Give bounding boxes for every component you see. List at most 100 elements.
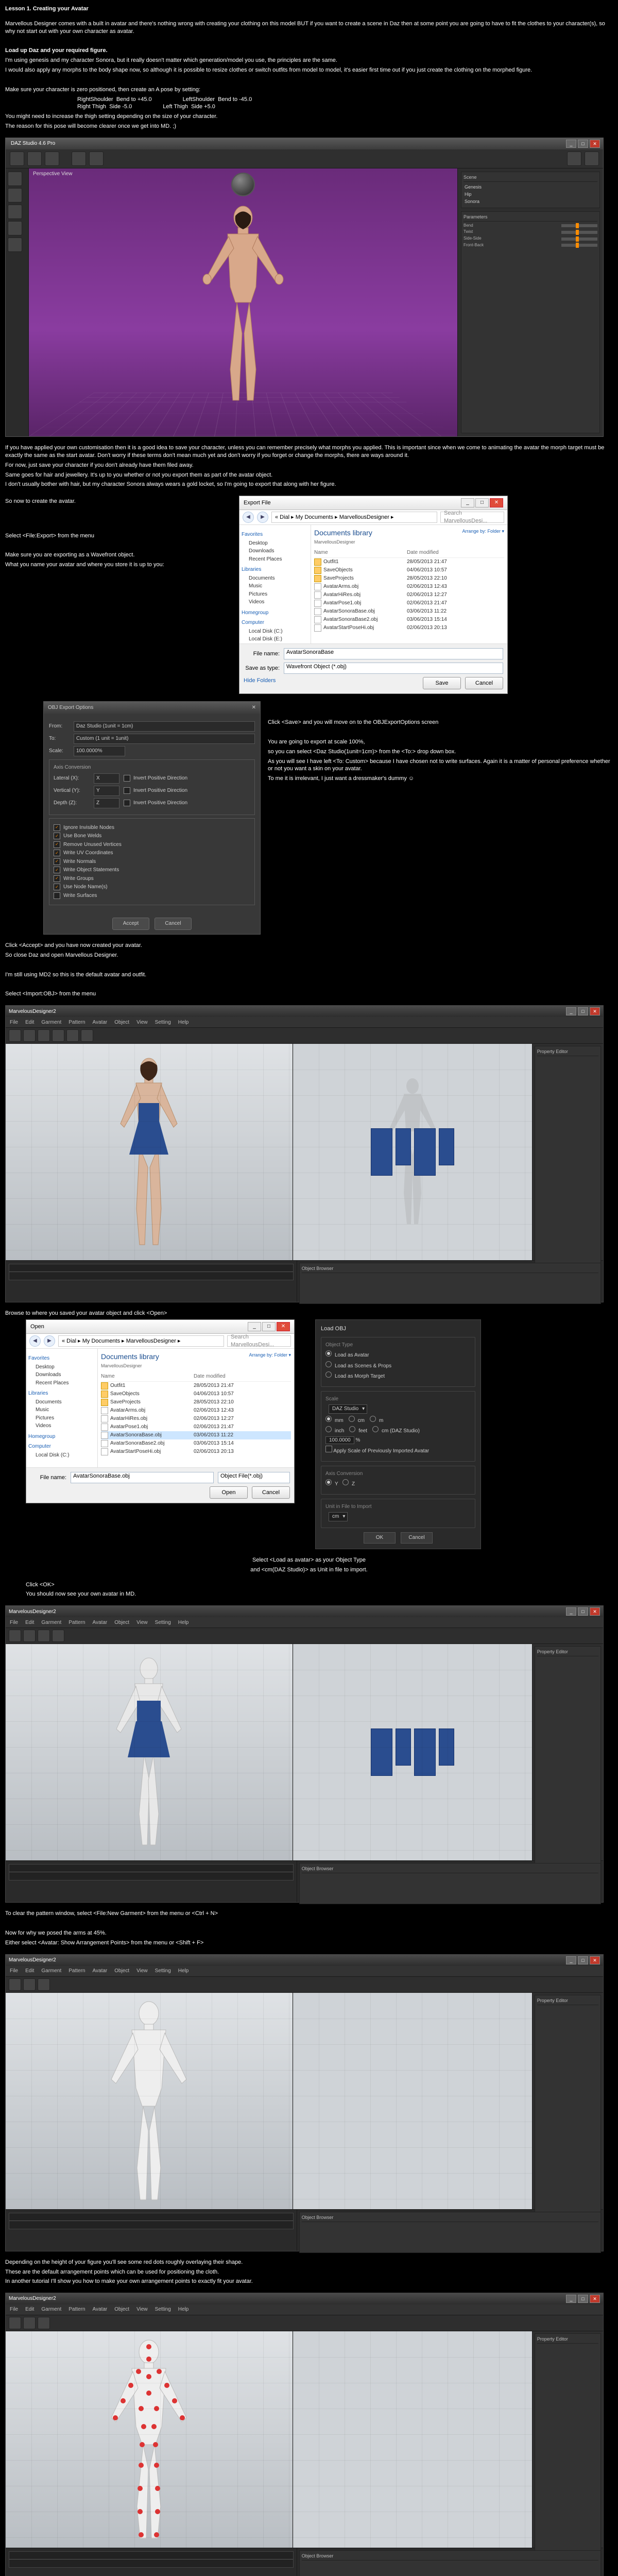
menu-item-view[interactable]: View: [136, 1968, 148, 1975]
checkbox-icon[interactable]: [54, 884, 60, 890]
file-row[interactable]: AvatarStartPoseHi.obj02/06/2013 20:13: [101, 1448, 291, 1456]
arrange-by[interactable]: Arrange by: Folder ▾: [462, 528, 504, 545]
close-button[interactable]: ✕: [590, 140, 600, 148]
accept-button[interactable]: Accept: [112, 918, 149, 930]
timeline[interactable]: [9, 2551, 294, 2568]
pattern-piece[interactable]: [439, 1128, 454, 1165]
filename-input[interactable]: AvatarSonoraBase.obj: [71, 1472, 214, 1483]
export-check[interactable]: Use Node Name(s): [54, 884, 250, 891]
menu-item-avatar[interactable]: Avatar: [93, 2306, 108, 2313]
side-item[interactable]: Homegroup: [28, 1433, 95, 1440]
cancel-button[interactable]: Cancel: [154, 918, 192, 930]
md-tool[interactable]: [9, 1978, 21, 1991]
daz-viewport[interactable]: Perspective View: [29, 168, 457, 436]
menu-item-garment[interactable]: Garment: [41, 1968, 61, 1975]
minimize-button[interactable]: _: [566, 1607, 576, 1616]
nav-back-icon[interactable]: ◀: [29, 1335, 41, 1347]
unit-dropdown[interactable]: cm: [329, 1512, 348, 1521]
invert-y-checkbox[interactable]: [124, 787, 130, 794]
invert-x-checkbox[interactable]: [124, 775, 130, 782]
dlg-close[interactable]: ✕: [490, 498, 503, 507]
side-item[interactable]: Pictures: [242, 590, 308, 599]
cancel-button[interactable]: Cancel: [401, 1532, 433, 1544]
search-input[interactable]: Search MarvellousDesi...: [440, 512, 504, 523]
timeline[interactable]: [9, 1864, 294, 1880]
side-item[interactable]: Homegroup: [242, 609, 308, 617]
save-button[interactable]: Save: [423, 677, 461, 689]
minimize-button[interactable]: _: [566, 1956, 576, 1964]
maximize-button[interactable]: □: [578, 1956, 588, 1964]
radio-load-morph[interactable]: Load as Morph Target: [325, 1371, 471, 1380]
tool-redo[interactable]: [89, 151, 104, 166]
side-item[interactable]: Local Disk (C:): [242, 628, 308, 636]
menu-item-view[interactable]: View: [136, 2306, 148, 2313]
maximize-button[interactable]: □: [578, 2295, 588, 2303]
md-tool[interactable]: [66, 1029, 79, 1042]
menu-item-help[interactable]: Help: [178, 1619, 189, 1626]
minimize-button[interactable]: _: [566, 2295, 576, 2303]
menu-item-help[interactable]: Help: [178, 2306, 189, 2313]
side-item[interactable]: Music: [28, 1406, 95, 1414]
md-3d-view[interactable]: [6, 2331, 293, 2548]
menu-item-pattern[interactable]: Pattern: [68, 1019, 85, 1026]
maximize-button[interactable]: □: [578, 1007, 588, 1015]
md-tool[interactable]: [38, 1029, 50, 1042]
radio-axis-y[interactable]: [325, 1479, 332, 1485]
pattern-piece[interactable]: [414, 1128, 436, 1176]
file-row[interactable]: AvatarHiRes.obj02/06/2013 12:27: [314, 591, 504, 599]
export-check[interactable]: Ignore Invisible Nodes: [54, 824, 250, 832]
menu-item-edit[interactable]: Edit: [25, 2306, 34, 2313]
scale-pct[interactable]: 100.0000: [325, 1436, 354, 1444]
radio-m[interactable]: [370, 1416, 376, 1422]
side-item[interactable]: Pictures: [28, 1414, 95, 1422]
scene-item[interactable]: Sonora: [464, 198, 597, 205]
tool-render[interactable]: [567, 151, 581, 166]
tool-undo[interactable]: [72, 151, 86, 166]
radio-load-avatar[interactable]: Load as Avatar: [325, 1350, 471, 1359]
breadcrumb[interactable]: « Dial ▸ My Documents ▸ MarvellousDesign…: [58, 1335, 224, 1347]
md-tool[interactable]: [38, 2317, 50, 2329]
export-dlg-close[interactable]: ✕: [252, 704, 256, 711]
tool-open[interactable]: [27, 151, 42, 166]
apply-prev-checkbox[interactable]: Apply Scale of Previously Imported Avata…: [325, 1446, 471, 1455]
depth-dropdown[interactable]: Z: [94, 798, 119, 808]
filename-input[interactable]: AvatarSonoraBase: [284, 648, 503, 659]
side-item[interactable]: Recent Places: [28, 1379, 95, 1387]
md-tool[interactable]: [9, 2317, 21, 2329]
breadcrumb[interactable]: « Dial ▸ My Documents ▸ MarvellousDesign…: [271, 512, 437, 523]
search-input[interactable]: Search MarvellousDesi...: [227, 1335, 291, 1347]
menu-item-garment[interactable]: Garment: [41, 2306, 61, 2313]
tool-rotate[interactable]: [8, 188, 22, 202]
checkbox-icon[interactable]: [54, 875, 60, 882]
from-dropdown[interactable]: Daz Studio (1unit = 1cm): [74, 721, 255, 732]
pattern-piece[interactable]: [371, 1128, 392, 1176]
viewcube-icon[interactable]: [231, 173, 255, 196]
file-row[interactable]: AvatarSonoraBase2.obj03/06/2013 15:14: [314, 616, 504, 624]
file-row[interactable]: SaveProjects28/05/2013 22:10: [314, 574, 504, 583]
md-tool[interactable]: [23, 1978, 36, 1991]
col-name[interactable]: Name: [101, 1373, 194, 1380]
checkbox-icon[interactable]: [54, 833, 60, 839]
menu-item-object[interactable]: Object: [114, 1619, 129, 1626]
export-check[interactable]: Write Object Statements: [54, 867, 250, 874]
menu-item-file[interactable]: File: [10, 1968, 18, 1975]
radio-inch[interactable]: [325, 1426, 332, 1432]
side-item[interactable]: Desktop: [242, 539, 308, 548]
file-row[interactable]: AvatarHiRes.obj02/06/2013 12:27: [101, 1415, 291, 1423]
timeline[interactable]: [9, 1264, 294, 1280]
side-item[interactable]: Local Disk (E:): [242, 635, 308, 643]
close-button[interactable]: ✕: [590, 1956, 600, 1964]
md-tool[interactable]: [23, 1029, 36, 1042]
menu-item-pattern[interactable]: Pattern: [68, 1968, 85, 1975]
file-row[interactable]: AvatarSonoraBase.obj03/06/2013 11:22: [101, 1431, 291, 1439]
savetype-dropdown[interactable]: Wavefront Object (*.obj): [284, 663, 503, 674]
filetype-dropdown[interactable]: Object File(*.obj): [218, 1472, 290, 1483]
tool-translate[interactable]: [8, 205, 22, 219]
dlg-max[interactable]: □: [475, 498, 489, 507]
menu-item-file[interactable]: File: [10, 2306, 18, 2313]
invert-z-checkbox[interactable]: [124, 800, 130, 806]
menu-item-garment[interactable]: Garment: [41, 1619, 61, 1626]
menu-item-setting[interactable]: Setting: [155, 1619, 171, 1626]
scene-item[interactable]: Genesis: [464, 183, 597, 191]
menu-item-help[interactable]: Help: [178, 1019, 189, 1026]
